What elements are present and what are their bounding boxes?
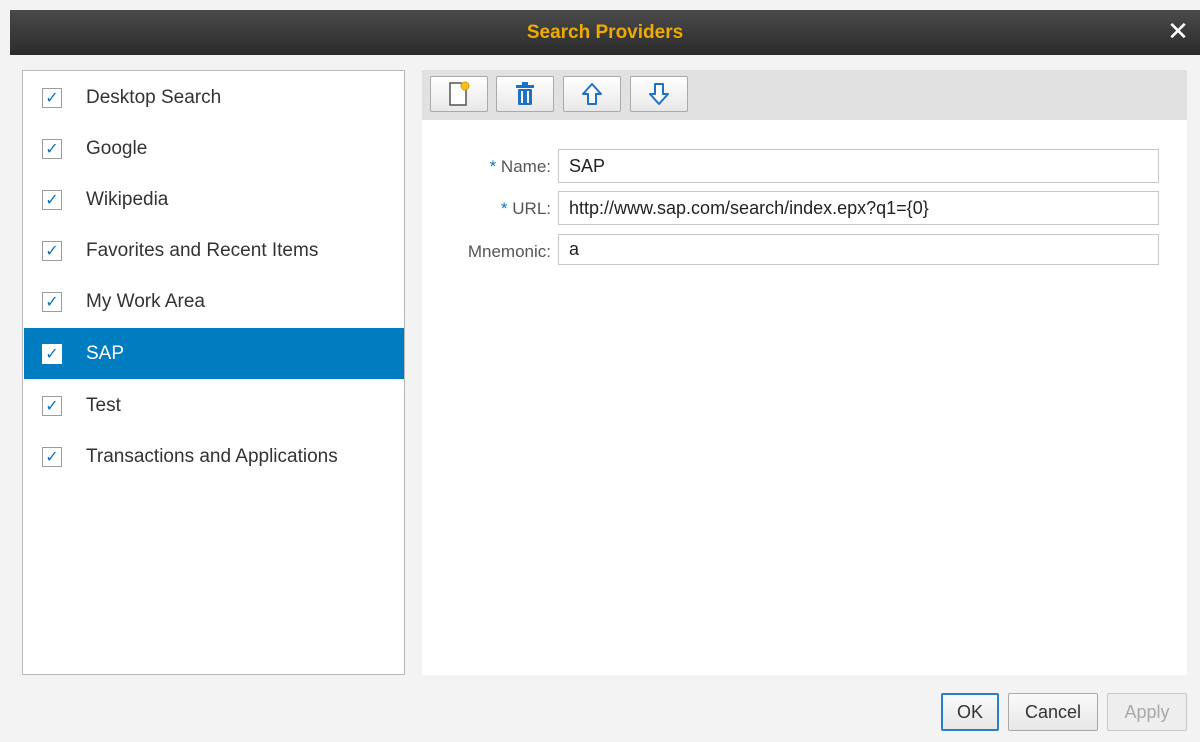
url-label: * URL: [500,199,551,218]
required-marker: * [489,157,497,176]
provider-checkbox[interactable]: ✓ [42,87,62,108]
mnemonic-field[interactable] [558,234,1159,265]
apply-button[interactable]: Apply [1107,693,1187,731]
required-marker: * [500,199,508,218]
provider-item-my-work-area[interactable]: ✓ My Work Area [24,276,404,327]
provider-label: My Work Area [86,290,205,312]
provider-item-favorites[interactable]: ✓ Favorites and Recent Items [24,225,404,276]
provider-label: Transactions and Applications [86,445,338,467]
provider-item-google[interactable]: ✓ Google [24,123,404,174]
move-down-button[interactable] [630,76,688,112]
provider-label: Google [86,137,148,159]
provider-item-desktop-search[interactable]: ✓ Desktop Search [24,72,404,123]
provider-checkbox[interactable]: ✓ [42,240,62,261]
provider-item-test[interactable]: ✓ Test [24,380,404,431]
provider-checkbox[interactable]: ✓ [42,343,62,364]
mnemonic-label: Mnemonic: [467,242,551,261]
trash-icon [516,82,534,105]
name-label: * Name: [489,157,551,176]
provider-toolbar [422,70,1187,120]
new-provider-button[interactable] [430,76,488,112]
name-field[interactable] [558,149,1159,183]
url-field[interactable] [558,191,1159,225]
arrow-up-icon [582,83,602,105]
provider-details-panel: * Name: * URL: Mnemonic: [422,70,1187,675]
dialog-titlebar: Search Providers ✕ [10,10,1200,55]
provider-label: Test [86,394,121,416]
search-providers-dialog: Search Providers ✕ ✓ Desktop Search ✓ Go… [0,0,1200,742]
cancel-button[interactable]: Cancel [1008,693,1098,731]
dialog-title: Search Providers [526,21,684,43]
new-document-icon [449,81,470,106]
provider-checkbox[interactable]: ✓ [42,189,62,210]
provider-label: SAP [86,342,125,364]
close-icon[interactable]: ✕ [1164,18,1192,46]
ok-button[interactable]: OK [941,693,999,731]
move-up-button[interactable] [563,76,621,112]
delete-provider-button[interactable] [496,76,554,112]
provider-item-transactions[interactable]: ✓ Transactions and Applications [24,431,404,482]
provider-checkbox[interactable]: ✓ [42,446,62,467]
provider-list: ✓ Desktop Search ✓ Google ✓ Wikipedia ✓ … [22,70,405,675]
provider-item-wikipedia[interactable]: ✓ Wikipedia [24,174,404,225]
provider-label: Favorites and Recent Items [86,239,319,261]
provider-label: Desktop Search [86,86,222,108]
url-row: * URL: [422,191,1187,225]
provider-checkbox[interactable]: ✓ [42,291,62,312]
provider-item-sap[interactable]: ✓ SAP [24,328,404,379]
name-row: * Name: [422,149,1187,183]
arrow-down-icon [649,83,669,105]
provider-checkbox[interactable]: ✓ [42,395,62,416]
provider-checkbox[interactable]: ✓ [42,138,62,159]
provider-label: Wikipedia [86,188,169,210]
mnemonic-row: Mnemonic: [422,234,1187,268]
